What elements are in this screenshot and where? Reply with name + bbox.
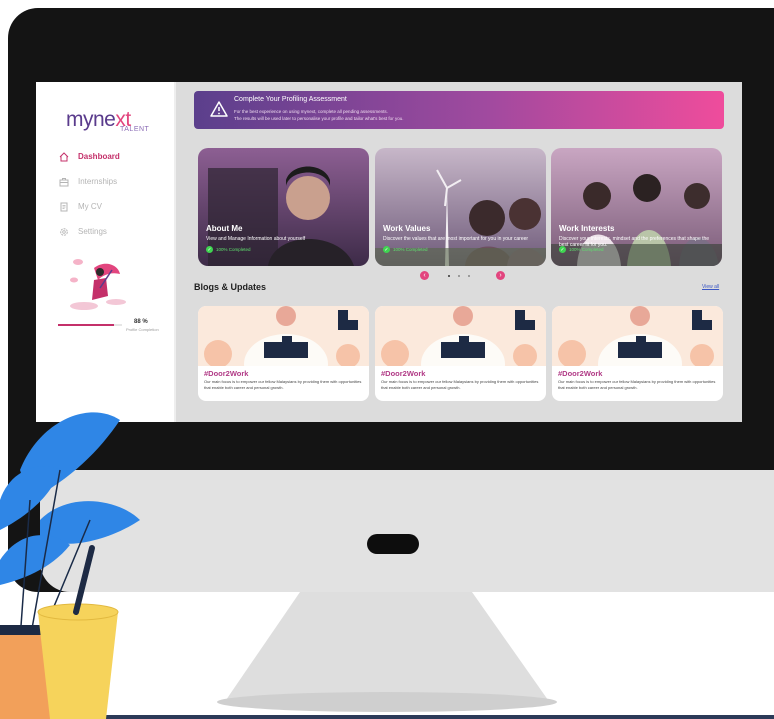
card-about-me[interactable]: About Me View and Manage Information abo…	[198, 148, 369, 266]
briefcase-icon	[58, 176, 70, 188]
assessment-banner[interactable]: Complete Your Profiling Assessment For t…	[194, 91, 724, 129]
card-status: ✓ 100% Completed	[383, 246, 428, 253]
card-title: Work Values	[383, 224, 431, 233]
card-description: View and Manage Information about yourse…	[206, 236, 306, 242]
carousel-next-button[interactable]: ›	[496, 271, 505, 280]
blog-illustration	[552, 306, 723, 366]
home-icon	[58, 151, 70, 163]
card-description: Discover the values that are most import…	[383, 236, 529, 242]
card-status: ✓ 100% Completed	[206, 246, 251, 253]
monitor-logo	[367, 534, 419, 554]
sidebar: mynext TALENT Dashboard Internships My C…	[36, 82, 176, 422]
sidebar-item-label: My CV	[78, 202, 102, 211]
logo-subtitle: TALENT	[120, 126, 150, 133]
view-all-link[interactable]: View all	[702, 284, 719, 290]
card-title: About Me	[206, 224, 243, 233]
profile-illustration	[70, 259, 126, 310]
blog-tag: #Door2Work	[204, 369, 249, 378]
warning-icon	[210, 101, 228, 117]
monitor-chin	[40, 470, 774, 592]
sidebar-nav: Dashboard Internships My CV Settings	[58, 144, 176, 244]
blog-tag: #Door2Work	[381, 369, 426, 378]
profile-progress-fill	[58, 324, 115, 326]
blog-card[interactable]: #Door2Work Our main focus is to empower …	[198, 306, 369, 401]
sidebar-item-dashboard[interactable]: Dashboard	[58, 144, 176, 169]
blog-text: Our main focus is to empower our fellow …	[558, 379, 716, 390]
banner-text: For the best experience on using mynext,…	[234, 109, 404, 121]
blog-text: Our main focus is to empower our fellow …	[204, 379, 362, 390]
card-status: ✓ 100% Completed	[559, 246, 604, 253]
sidebar-item-internships[interactable]: Internships	[58, 169, 174, 194]
check-icon: ✓	[559, 246, 566, 253]
carousel-dot[interactable]	[468, 275, 470, 277]
blog-card[interactable]: #Door2Work Our main focus is to empower …	[375, 306, 546, 401]
assessment-cards: About Me View and Manage Information abo…	[198, 148, 722, 266]
card-work-values[interactable]: Work Values Discover the values that are…	[375, 148, 546, 266]
sidebar-item-settings[interactable]: Settings	[58, 219, 174, 244]
sidebar-item-label: Settings	[78, 227, 107, 236]
carousel-prev-button[interactable]: ‹	[420, 271, 429, 280]
blog-card[interactable]: #Door2Work Our main focus is to empower …	[552, 306, 723, 401]
carousel-dot[interactable]	[448, 275, 450, 277]
profile-progress-label: Profile Completion	[126, 327, 159, 332]
check-icon: ✓	[206, 246, 213, 253]
blog-illustration	[375, 306, 546, 366]
sidebar-item-label: Dashboard	[78, 152, 120, 161]
blog-text: Our main focus is to empower our fellow …	[381, 379, 539, 390]
carousel-dot[interactable]	[458, 275, 460, 277]
check-icon: ✓	[383, 246, 390, 253]
card-title: Work Interests	[559, 224, 615, 233]
profile-progress-percent: 88 %	[134, 319, 148, 325]
blog-illustration	[198, 306, 369, 366]
profile-progress-bar	[58, 324, 122, 326]
blogs-section-title: Blogs & Updates	[194, 282, 267, 292]
sidebar-item-label: Internships	[78, 177, 118, 186]
blog-tag: #Door2Work	[558, 369, 603, 378]
app-screen: mynext TALENT Dashboard Internships My C…	[36, 82, 742, 422]
sidebar-item-my-cv[interactable]: My CV	[58, 194, 174, 219]
card-work-interests[interactable]: Work Interests Discover your interests, …	[551, 148, 722, 266]
main-content: Complete Your Profiling Assessment For t…	[176, 82, 742, 422]
banner-title: Complete Your Profiling Assessment	[234, 96, 347, 103]
gear-icon	[58, 226, 70, 238]
document-icon	[58, 201, 70, 213]
card-carousel-controls: ‹ ›	[420, 271, 510, 281]
